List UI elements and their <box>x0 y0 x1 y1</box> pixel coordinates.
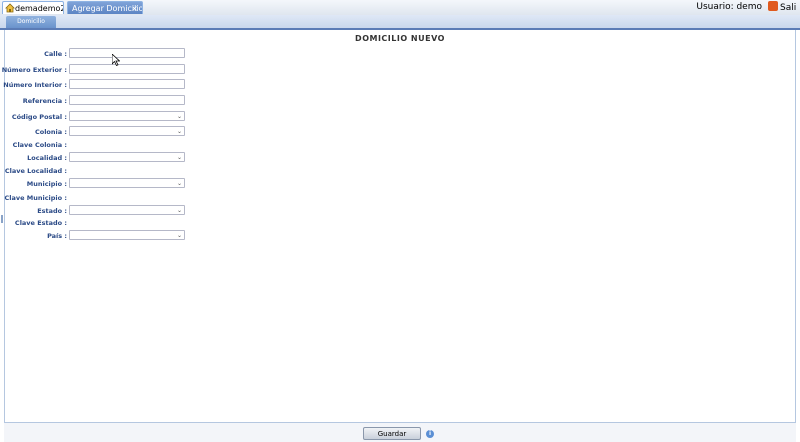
field-label: Localidad : <box>27 154 67 162</box>
field-combo[interactable]: ⌄ <box>69 178 185 188</box>
field-input[interactable] <box>69 79 185 89</box>
field-label: Clave Colonia : <box>12 141 67 149</box>
info-icon[interactable]: i <box>426 430 434 438</box>
field-label: Estado : <box>37 207 67 215</box>
chevron-down-icon[interactable]: ⌄ <box>177 112 182 121</box>
field-label: Clave Estado : <box>14 219 67 227</box>
save-button[interactable]: Guardar <box>363 427 421 440</box>
field-label: Colonia : <box>34 128 67 136</box>
field-label: País : <box>47 232 67 240</box>
field-combo[interactable]: ⌄ <box>69 152 185 162</box>
field-input[interactable] <box>69 48 185 58</box>
panel-resize-handle[interactable] <box>1 215 3 223</box>
top-tab-bar: demademo2 Agregar Domicilio3 × Usuario: … <box>0 0 800 16</box>
logout-icon <box>768 1 778 11</box>
chevron-down-icon[interactable]: ⌄ <box>177 231 182 240</box>
cursor-icon <box>112 54 120 66</box>
field-combo[interactable]: ⌄ <box>69 230 185 240</box>
page-title: DOMICILIO NUEVO <box>355 34 445 43</box>
chevron-down-icon[interactable]: ⌄ <box>177 127 182 136</box>
user-label: Usuario: demo <box>696 2 762 12</box>
field-combo[interactable]: ⌄ <box>69 126 185 136</box>
field-label: Calle : <box>44 50 67 58</box>
logout-label: Sali <box>780 3 797 13</box>
tab-home[interactable]: demademo2 <box>2 1 64 14</box>
field-combo[interactable]: ⌄ <box>69 111 185 121</box>
chevron-down-icon[interactable]: ⌄ <box>177 179 182 188</box>
field-combo[interactable]: ⌄ <box>69 205 185 215</box>
tab-domicilio[interactable]: Domicilio <box>6 16 56 28</box>
field-input[interactable] <box>69 95 185 105</box>
field-label: Código Postal : <box>11 113 67 121</box>
field-label: Referencia : <box>22 97 67 105</box>
close-icon[interactable]: × <box>131 2 138 14</box>
field-label: Municipio : <box>26 180 67 188</box>
field-label: Clave Localidad : <box>4 167 67 175</box>
tab-home-label: demademo2 <box>15 4 64 13</box>
field-label: Número Interior : <box>3 81 67 89</box>
field-label: Clave Municipio : <box>4 194 67 202</box>
chevron-down-icon[interactable]: ⌄ <box>177 206 182 215</box>
field-input[interactable] <box>69 64 185 74</box>
sub-tab-bar: Domicilio <box>0 15 800 29</box>
home-icon <box>5 3 15 13</box>
logout-button[interactable]: Sali <box>768 1 800 13</box>
chevron-down-icon[interactable]: ⌄ <box>177 153 182 162</box>
tab-agregar-domicilio[interactable]: Agregar Domicilio3 × <box>67 1 143 14</box>
field-label: Número Exterior : <box>1 66 67 74</box>
